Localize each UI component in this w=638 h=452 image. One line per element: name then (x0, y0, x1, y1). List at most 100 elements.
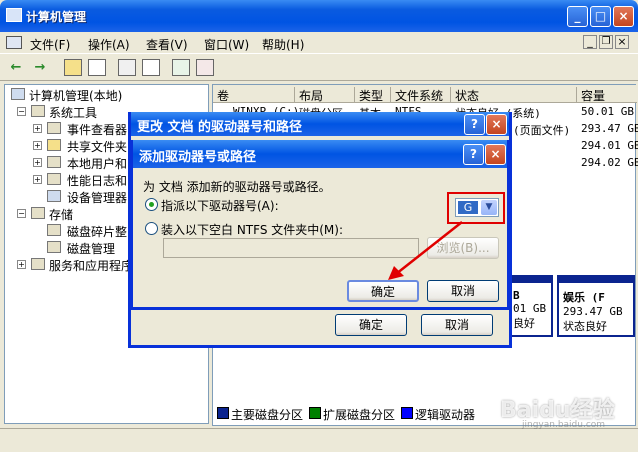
inner-dialog-title: 添加驱动器号或路径 (139, 150, 257, 165)
expand-icon[interactable]: + (33, 141, 42, 150)
legend-logical: 逻辑驱动器 (415, 408, 476, 422)
show-tree-icon[interactable] (88, 59, 106, 76)
mount-folder-radio[interactable] (145, 222, 158, 235)
mmc-icon (6, 36, 22, 49)
menu-action[interactable]: 操作(A) (88, 36, 130, 53)
legend-primary-swatch (217, 407, 229, 419)
title-bar: 计算机管理 _ □ × (0, 0, 638, 32)
performance-icon (47, 173, 61, 185)
legend-extended: 扩展磁盘分区 (323, 408, 396, 422)
drive-letter-value: G (458, 201, 478, 214)
status-bar (0, 428, 638, 452)
users-icon (47, 156, 61, 168)
menu-file[interactable]: 文件(F) (30, 36, 70, 53)
expand-icon[interactable]: + (17, 260, 26, 269)
ok-button[interactable]: 确定 (335, 314, 407, 336)
defrag-icon (47, 224, 61, 236)
close-button[interactable]: × (485, 144, 506, 165)
forward-icon[interactable]: → (30, 58, 50, 78)
child-restore-button[interactable]: ❐ (599, 35, 613, 49)
minimize-button[interactable]: _ (567, 6, 588, 27)
tree-perf-logs[interactable]: 性能日志和 (67, 172, 127, 189)
row-size: 294.02 GB (581, 156, 638, 169)
column-header: 卷 布局 类型 文件系统 状态 容量 (213, 85, 637, 103)
device-manager-icon (47, 190, 61, 202)
inner-dialog-titlebar: 添加驱动器号或路径 ? × (133, 140, 507, 168)
tree-system-tools[interactable]: 系统工具 (49, 104, 97, 121)
partition-size: 01 GB (513, 302, 547, 315)
partition-status: 状态良好 (563, 320, 607, 333)
row-size: 293.47 GB (581, 122, 638, 135)
shared-folder-icon (47, 139, 61, 151)
tree-disk-management[interactable]: 磁盘管理 (67, 240, 115, 257)
mount-folder-label[interactable]: 装入以下空白 NTFS 文件夹中(M): (161, 221, 343, 238)
tree-root[interactable]: 计算机管理(本地) (29, 87, 122, 104)
help-button[interactable]: ? (463, 144, 484, 165)
tree-shared-folders[interactable]: 共享文件夹 (67, 138, 127, 155)
row-size: 294.01 GB (581, 139, 638, 152)
storage-icon (31, 207, 45, 219)
refresh-icon[interactable] (172, 59, 190, 76)
cancel-button[interactable]: 取消 (421, 314, 493, 336)
watermark-url: jingyan.baidu.com (522, 420, 606, 430)
disk-partition-f[interactable]: 娱乐 (F 293.47 GB 状态良好 (557, 275, 635, 337)
tools-icon (31, 105, 45, 117)
toolbar: ← → (0, 55, 638, 81)
tree-storage[interactable]: 存储 (49, 206, 73, 223)
tree-device-manager[interactable]: 设备管理器 (67, 189, 127, 206)
col-status[interactable]: 状态 (451, 87, 577, 103)
expand-icon[interactable]: + (33, 158, 42, 167)
computer-icon (11, 88, 25, 100)
partition-label: 娱乐 (F (563, 291, 605, 304)
outer-dialog-titlebar: 更改 文档 的驱动器号和路径 ? × (131, 112, 509, 136)
outer-dialog-title: 更改 文档 的驱动器号和路径 (137, 120, 303, 135)
assign-letter-radio[interactable] (145, 198, 158, 211)
expand-icon[interactable]: + (33, 175, 42, 184)
row-status: (页面文件) (513, 124, 571, 137)
help-icon[interactable] (142, 59, 160, 76)
collapse-icon[interactable]: − (17, 107, 26, 116)
tree-services[interactable]: 服务和应用程序 (49, 257, 133, 274)
child-close-button[interactable]: × (615, 35, 629, 49)
back-icon[interactable]: ← (6, 58, 26, 78)
col-capacity[interactable]: 容量 (577, 87, 637, 103)
assign-letter-label[interactable]: 指派以下驱动器号(A): (161, 197, 279, 214)
export-list-icon[interactable] (196, 59, 214, 76)
collapse-icon[interactable]: − (17, 209, 26, 218)
col-type[interactable]: 类型 (355, 87, 391, 103)
partition-status: 良好 (513, 317, 535, 330)
tree-local-users[interactable]: 本地用户和 (67, 155, 127, 172)
help-button[interactable]: ? (464, 114, 485, 135)
drive-letter-select[interactable]: G ▼ (455, 198, 499, 217)
chevron-down-icon[interactable]: ▼ (481, 200, 497, 215)
menu-view[interactable]: 查看(V) (146, 36, 188, 53)
computer-management-icon (6, 8, 22, 22)
properties-icon[interactable] (118, 59, 136, 76)
up-folder-icon[interactable] (64, 59, 82, 76)
annotation-arrow (388, 221, 463, 280)
maximize-button[interactable]: □ (590, 6, 611, 27)
close-button[interactable]: × (613, 6, 634, 27)
menu-window[interactable]: 窗口(W) (204, 36, 249, 53)
col-layout[interactable]: 布局 (295, 87, 355, 103)
event-viewer-icon (47, 122, 61, 134)
row-size: 50.01 GB (581, 105, 634, 118)
disk-partition[interactable]: B 01 GB 良好 (509, 275, 553, 337)
close-button[interactable]: × (486, 114, 507, 135)
partition-label: B (513, 289, 520, 302)
tree-event-viewer[interactable]: 事件查看器 (67, 121, 127, 138)
legend-logical-swatch (401, 407, 413, 419)
window-title: 计算机管理 (26, 10, 87, 24)
menu-help[interactable]: 帮助(H) (262, 36, 304, 53)
dialog-description: 为 文档 添加新的驱动器号或路径。 (143, 180, 331, 194)
col-volume[interactable]: 卷 (213, 87, 295, 103)
tree-defrag[interactable]: 磁盘碎片整 (67, 223, 127, 240)
menu-bar: 文件(F) 操作(A) 查看(V) 窗口(W) 帮助(H) _ ❐ × (0, 32, 638, 54)
disk-management-icon (47, 241, 61, 253)
partition-size: 293.47 GB (563, 305, 623, 318)
expand-icon[interactable]: + (33, 124, 42, 133)
services-icon (31, 258, 45, 270)
legend-primary: 主要磁盘分区 (231, 408, 304, 422)
col-filesystem[interactable]: 文件系统 (391, 87, 451, 103)
child-minimize-button[interactable]: _ (583, 35, 597, 49)
